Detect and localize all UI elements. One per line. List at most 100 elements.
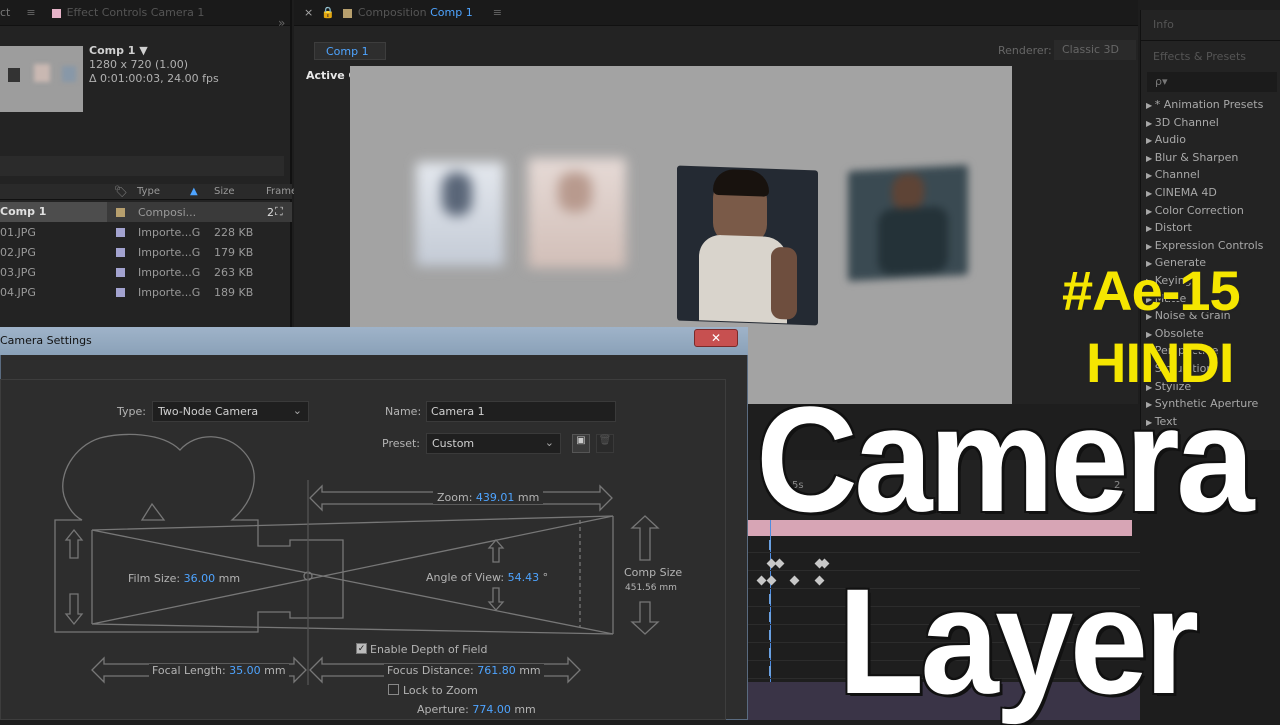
collapse-panels-icon[interactable]: »	[278, 16, 285, 30]
comp-tabbar: × 🔒 Composition Comp 1 ≡	[294, 0, 1138, 26]
lock-to-zoom-label: Lock to Zoom	[403, 684, 478, 697]
keyframe-marker	[769, 666, 771, 676]
project-row[interactable]: Comp 1 Composi... 2 ⛶	[0, 202, 292, 222]
effect-category[interactable]: ▶ 3D Channel	[1146, 116, 1219, 129]
photo-layer-3-in-focus[interactable]	[677, 165, 818, 326]
row-name: Comp 1	[0, 202, 107, 222]
flowchart-icon[interactable]: ⛶	[275, 205, 283, 219]
focal-length-unit: mm	[264, 664, 286, 677]
effect-category[interactable]: ▶ Channel	[1146, 168, 1200, 181]
focus-distance-readout: Focus Distance: 761.80 mm	[384, 664, 544, 677]
column-size[interactable]: Size	[214, 186, 235, 197]
expand-arrow-icon[interactable]: ▶	[1146, 224, 1155, 233]
effect-category-label: Distort	[1154, 221, 1192, 235]
keyframe-marker	[769, 648, 771, 658]
renderer-label: Renderer:	[998, 44, 1052, 57]
column-frame[interactable]: Frame	[266, 186, 297, 197]
aperture-readout: Aperture: 774.00 mm	[417, 703, 536, 716]
tab-composition[interactable]: Composition Comp 1	[339, 6, 483, 19]
effect-category[interactable]: ▶ Color Correction	[1146, 204, 1244, 217]
keyframe-marker	[769, 630, 771, 640]
focus-distance-value[interactable]: 761.80	[477, 664, 516, 677]
lock-to-zoom-checkbox[interactable]	[388, 684, 399, 695]
effect-category[interactable]: ▶ * Animation Presets	[1146, 98, 1263, 111]
panel-menu-icon[interactable]: ≡	[483, 6, 512, 19]
label-color-swatch	[116, 287, 125, 297]
expand-arrow-icon[interactable]: ▶	[1146, 207, 1155, 216]
dof-checkbox[interactable]: ✓	[356, 643, 367, 654]
row-size: 228 KB	[214, 225, 254, 239]
aperture-value[interactable]: 774.00	[472, 703, 511, 716]
tab-effect-controls-label: Effect Controls Camera 1	[66, 6, 205, 19]
tab-composition-label: Composition	[357, 6, 427, 19]
comp-size-arrow-up	[630, 515, 660, 561]
column-type[interactable]: Type	[137, 186, 160, 197]
photo-layer-4[interactable]	[848, 164, 968, 282]
expand-arrow-icon[interactable]: ▶	[1146, 136, 1155, 145]
comp-subtab[interactable]: Comp 1	[314, 42, 386, 60]
project-search-field[interactable]	[0, 156, 284, 176]
focus-distance-unit: mm	[519, 664, 541, 677]
tab-project[interactable]: ct	[0, 6, 20, 19]
aperture-label: Aperture:	[417, 703, 469, 716]
photo-layer-1[interactable]	[416, 162, 504, 266]
effect-category-label: Blur & Sharpen	[1154, 150, 1239, 164]
thumb-photo-1	[8, 68, 20, 82]
photo-subject-hair	[713, 168, 769, 197]
dialog-titlebar[interactable]: Camera Settings ✕	[0, 327, 748, 355]
project-row[interactable]: 01.JPG Importe...G 228 KB	[0, 222, 292, 242]
info-tab[interactable]: Info	[1153, 18, 1174, 31]
label-column-icon[interactable]: 🏷	[114, 185, 128, 198]
photo-subject	[442, 172, 472, 216]
effect-category[interactable]: ▶ CINEMA 4D	[1146, 186, 1217, 199]
comp-size-label: Comp Size	[624, 566, 683, 579]
effect-category-label: * Animation Presets	[1154, 98, 1264, 111]
film-size-value[interactable]: 36.00	[184, 572, 216, 585]
camera-triangle-mark	[140, 502, 166, 521]
panel-menu-icon[interactable]: ≡	[20, 6, 41, 19]
expand-arrow-icon[interactable]: ▶	[1146, 242, 1155, 251]
effect-category[interactable]: ▶ Distort	[1146, 221, 1192, 234]
angle-readout: Angle of View: 54.43 °	[426, 571, 548, 584]
comp-name[interactable]: Comp 1 ▼	[89, 44, 148, 57]
project-row[interactable]: 03.JPG Importe...G 263 KB	[0, 262, 292, 282]
label-color-swatch	[342, 8, 352, 18]
row-count: 2	[267, 205, 274, 219]
divider	[1141, 40, 1280, 41]
row-type: Importe...G	[138, 285, 201, 299]
expand-arrow-icon[interactable]: ▶	[1146, 119, 1155, 128]
angle-value[interactable]: 54.43	[508, 571, 540, 584]
label-color-swatch	[116, 267, 125, 277]
zoom-value[interactable]: 439.01	[476, 491, 515, 504]
effect-category[interactable]: ▶ Expression Controls	[1146, 239, 1263, 252]
comp-size-value: 451.56 mm	[625, 583, 677, 593]
close-button[interactable]: ✕	[694, 329, 738, 347]
thumb-photo-3	[62, 66, 76, 82]
dof-label: Enable Depth of Field	[370, 643, 488, 656]
label-color-swatch	[116, 247, 125, 257]
effect-category[interactable]: ▶ Blur & Sharpen	[1146, 151, 1238, 164]
project-row[interactable]: 04.JPG Importe...G 189 KB	[0, 282, 292, 302]
effects-search-input[interactable]: ρ▾	[1147, 72, 1277, 92]
focal-length-readout: Focal Length: 35.00 mm	[149, 664, 289, 677]
row-type: Importe...G	[138, 265, 201, 279]
sort-ascending-icon[interactable]: ▲	[190, 186, 198, 197]
project-row[interactable]: 02.JPG Importe...G 179 KB	[0, 242, 292, 262]
angle-arrow-down	[487, 587, 505, 611]
expand-arrow-icon[interactable]: ▶	[1146, 171, 1155, 180]
effects-presets-tab[interactable]: Effects & Presets	[1153, 50, 1246, 63]
effect-category[interactable]: ▶ Audio	[1146, 133, 1186, 146]
angle-arrow-up	[487, 539, 505, 563]
focal-length-label: Focal Length:	[152, 664, 226, 677]
expand-arrow-icon[interactable]: ▶	[1146, 189, 1155, 198]
lock-icon[interactable]: 🔒	[317, 6, 339, 19]
focal-length-value[interactable]: 35.00	[229, 664, 261, 677]
close-icon[interactable]: ×	[294, 6, 317, 19]
renderer-button[interactable]: Classic 3D	[1054, 40, 1136, 60]
comp-duration: Δ 0:01:00:03, 24.00 fps	[89, 72, 219, 85]
film-size-unit: mm	[218, 572, 241, 585]
photo-layer-2[interactable]	[528, 158, 626, 268]
expand-arrow-icon[interactable]: ▶	[1146, 154, 1155, 163]
expand-arrow-icon[interactable]: ▶	[1146, 101, 1155, 110]
tab-effect-controls[interactable]: Effect Controls Camera 1	[42, 6, 215, 19]
